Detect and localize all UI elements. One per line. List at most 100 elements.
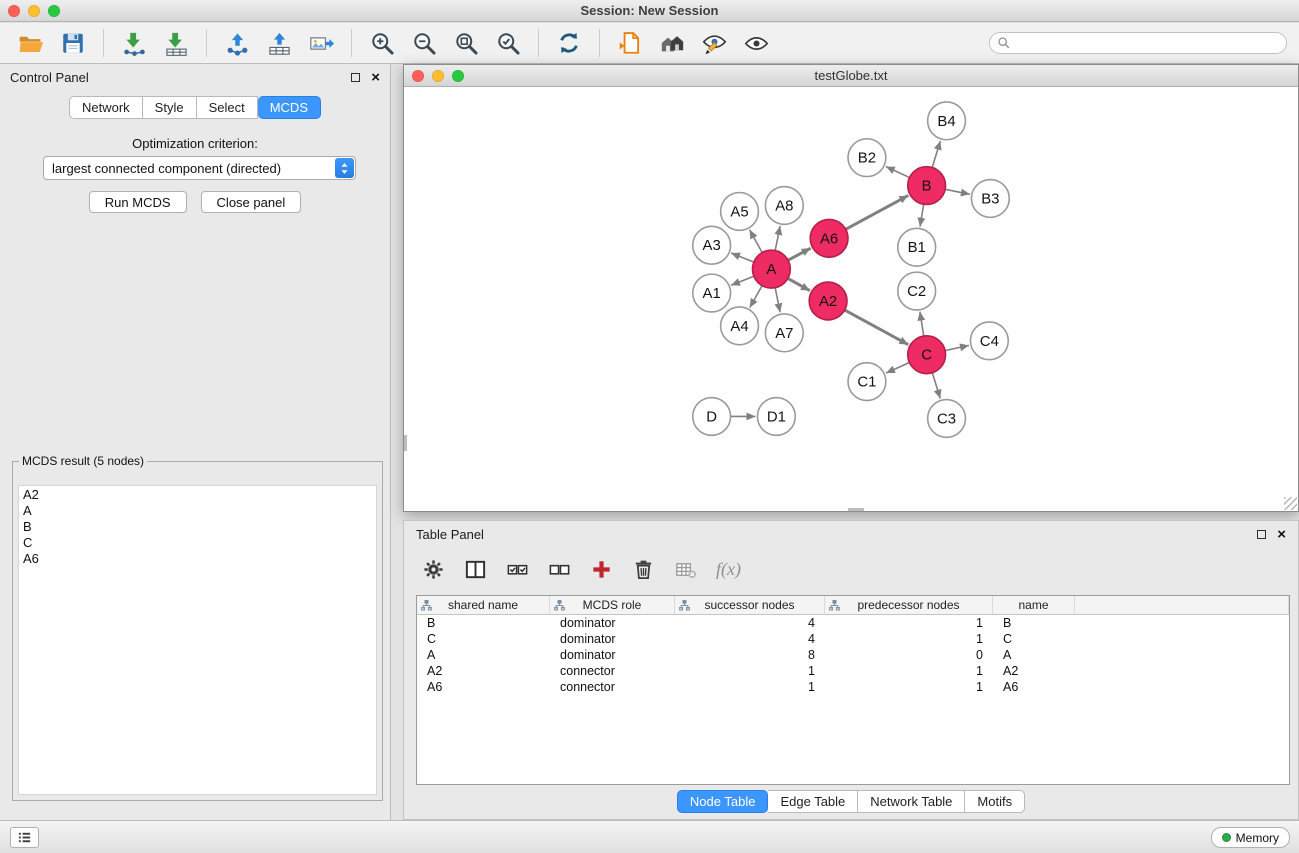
graph-edge[interactable] (775, 226, 780, 251)
close-table-panel-icon[interactable]: × (1277, 527, 1286, 542)
zoom-network-window-button[interactable] (452, 70, 464, 82)
close-window-button[interactable] (8, 5, 20, 17)
function-builder-button[interactable]: f(x) (716, 559, 741, 580)
select-all-rows-button[interactable] (506, 558, 529, 581)
vertical-scrollbar[interactable] (404, 435, 407, 451)
tab-edge-table[interactable]: Edge Table (768, 790, 858, 813)
import-table-button[interactable] (157, 26, 195, 60)
export-image-button[interactable] (302, 26, 340, 60)
window-titlebar[interactable]: Session: New Session (0, 0, 1299, 22)
table-cell[interactable]: 1 (675, 663, 825, 679)
table-cell[interactable]: A2 (417, 663, 550, 679)
table-cell[interactable]: A2 (993, 663, 1075, 679)
network-window-titlebar[interactable]: testGlobe.txt (404, 65, 1298, 87)
table-row[interactable]: Bdominator41B (417, 615, 1289, 631)
float-table-panel-icon[interactable] (1257, 530, 1266, 539)
mcds-result-item[interactable]: B (23, 519, 372, 535)
table-cell[interactable]: 4 (675, 631, 825, 647)
close-panel-icon[interactable]: × (371, 70, 380, 85)
column-header[interactable]: name (993, 596, 1075, 615)
table-cell[interactable]: A6 (993, 679, 1075, 695)
table-settings-button[interactable] (422, 558, 445, 581)
graph-edge[interactable] (731, 253, 754, 262)
minimize-window-button[interactable] (28, 5, 40, 17)
memory-button[interactable]: Memory (1211, 827, 1290, 848)
graph-edge[interactable] (750, 230, 763, 253)
zoom-in-button[interactable] (363, 26, 401, 60)
close-network-window-button[interactable] (412, 70, 424, 82)
float-panel-icon[interactable] (351, 73, 360, 82)
export-network-button[interactable] (218, 26, 256, 60)
column-header[interactable]: shared name (417, 596, 550, 615)
table-cell[interactable]: 8 (675, 647, 825, 663)
graph-edge[interactable] (945, 345, 969, 350)
table-cell[interactable]: A (417, 647, 550, 663)
show-hide-details-button[interactable] (737, 26, 775, 60)
table-cell[interactable]: connector (550, 679, 675, 695)
tab-style[interactable]: Style (143, 96, 197, 119)
graph-edge[interactable] (945, 189, 970, 194)
mcds-result-item[interactable]: A6 (23, 551, 372, 567)
graphics-details-button[interactable] (695, 26, 733, 60)
graph-edge[interactable] (932, 373, 940, 399)
table-cell[interactable]: B (993, 615, 1075, 631)
zoom-selected-button[interactable] (489, 26, 527, 60)
column-header[interactable]: MCDS role (550, 596, 675, 615)
table-cell[interactable]: dominator (550, 647, 675, 663)
graph-edge[interactable] (731, 276, 754, 285)
graph-edge[interactable] (788, 248, 811, 260)
graph-edge[interactable] (886, 363, 909, 374)
graph-edge[interactable] (788, 278, 810, 290)
tab-select[interactable]: Select (197, 96, 258, 119)
table-cell[interactable]: 4 (675, 615, 825, 631)
table-cell[interactable]: dominator (550, 631, 675, 647)
toggle-columns-button[interactable] (464, 558, 487, 581)
close-panel-button[interactable]: Close panel (201, 191, 302, 213)
graph-edge[interactable] (886, 167, 910, 178)
tab-network[interactable]: Network (69, 96, 143, 119)
network-document-button[interactable] (611, 26, 649, 60)
graph-edge[interactable] (846, 195, 909, 229)
table-cell[interactable]: B (417, 615, 550, 631)
table-cell[interactable]: 1 (825, 663, 993, 679)
table-row[interactable]: Adominator80A (417, 647, 1289, 663)
mcds-result-list[interactable]: A2ABCA6 (18, 485, 377, 795)
table-cell[interactable]: 1 (825, 615, 993, 631)
table-cell[interactable]: A (993, 647, 1075, 663)
table-cell[interactable]: dominator (550, 615, 675, 631)
window-resize-grip[interactable] (1284, 497, 1297, 510)
export-table-button[interactable] (260, 26, 298, 60)
zoom-out-button[interactable] (405, 26, 443, 60)
delete-column-button[interactable] (632, 558, 655, 581)
tab-mcds[interactable]: MCDS (258, 96, 321, 119)
mcds-result-item[interactable]: C (23, 535, 372, 551)
table-row[interactable]: Cdominator41C (417, 631, 1289, 647)
deselect-all-rows-button[interactable] (548, 558, 571, 581)
table-cell[interactable]: A6 (417, 679, 550, 695)
graph-edge[interactable] (932, 141, 940, 168)
graph-edge[interactable] (920, 312, 924, 336)
welcome-screen-button[interactable] (653, 26, 691, 60)
table-cell[interactable]: C (417, 631, 550, 647)
tab-node-table[interactable]: Node Table (677, 790, 769, 813)
save-session-button[interactable] (54, 26, 92, 60)
tab-motifs[interactable]: Motifs (965, 790, 1025, 813)
create-column-button[interactable] (590, 558, 613, 581)
table-cell[interactable]: 1 (675, 679, 825, 695)
table-cell[interactable]: connector (550, 663, 675, 679)
import-network-button[interactable] (115, 26, 153, 60)
zoom-fit-button[interactable] (447, 26, 485, 60)
zoom-window-button[interactable] (48, 5, 60, 17)
column-header[interactable]: predecessor nodes (825, 596, 993, 615)
horizontal-scrollbar[interactable] (848, 508, 864, 511)
graph-edge[interactable] (845, 310, 909, 345)
column-header[interactable]: successor nodes (675, 596, 825, 615)
graph-edge[interactable] (750, 286, 762, 308)
apply-layout-button[interactable] (550, 26, 588, 60)
minimize-network-window-button[interactable] (432, 70, 444, 82)
open-file-button[interactable] (12, 26, 50, 60)
search-field[interactable] (989, 32, 1287, 54)
table-cell[interactable]: 1 (825, 631, 993, 647)
delete-table-button[interactable] (674, 558, 697, 581)
run-mcds-button[interactable]: Run MCDS (89, 191, 187, 213)
